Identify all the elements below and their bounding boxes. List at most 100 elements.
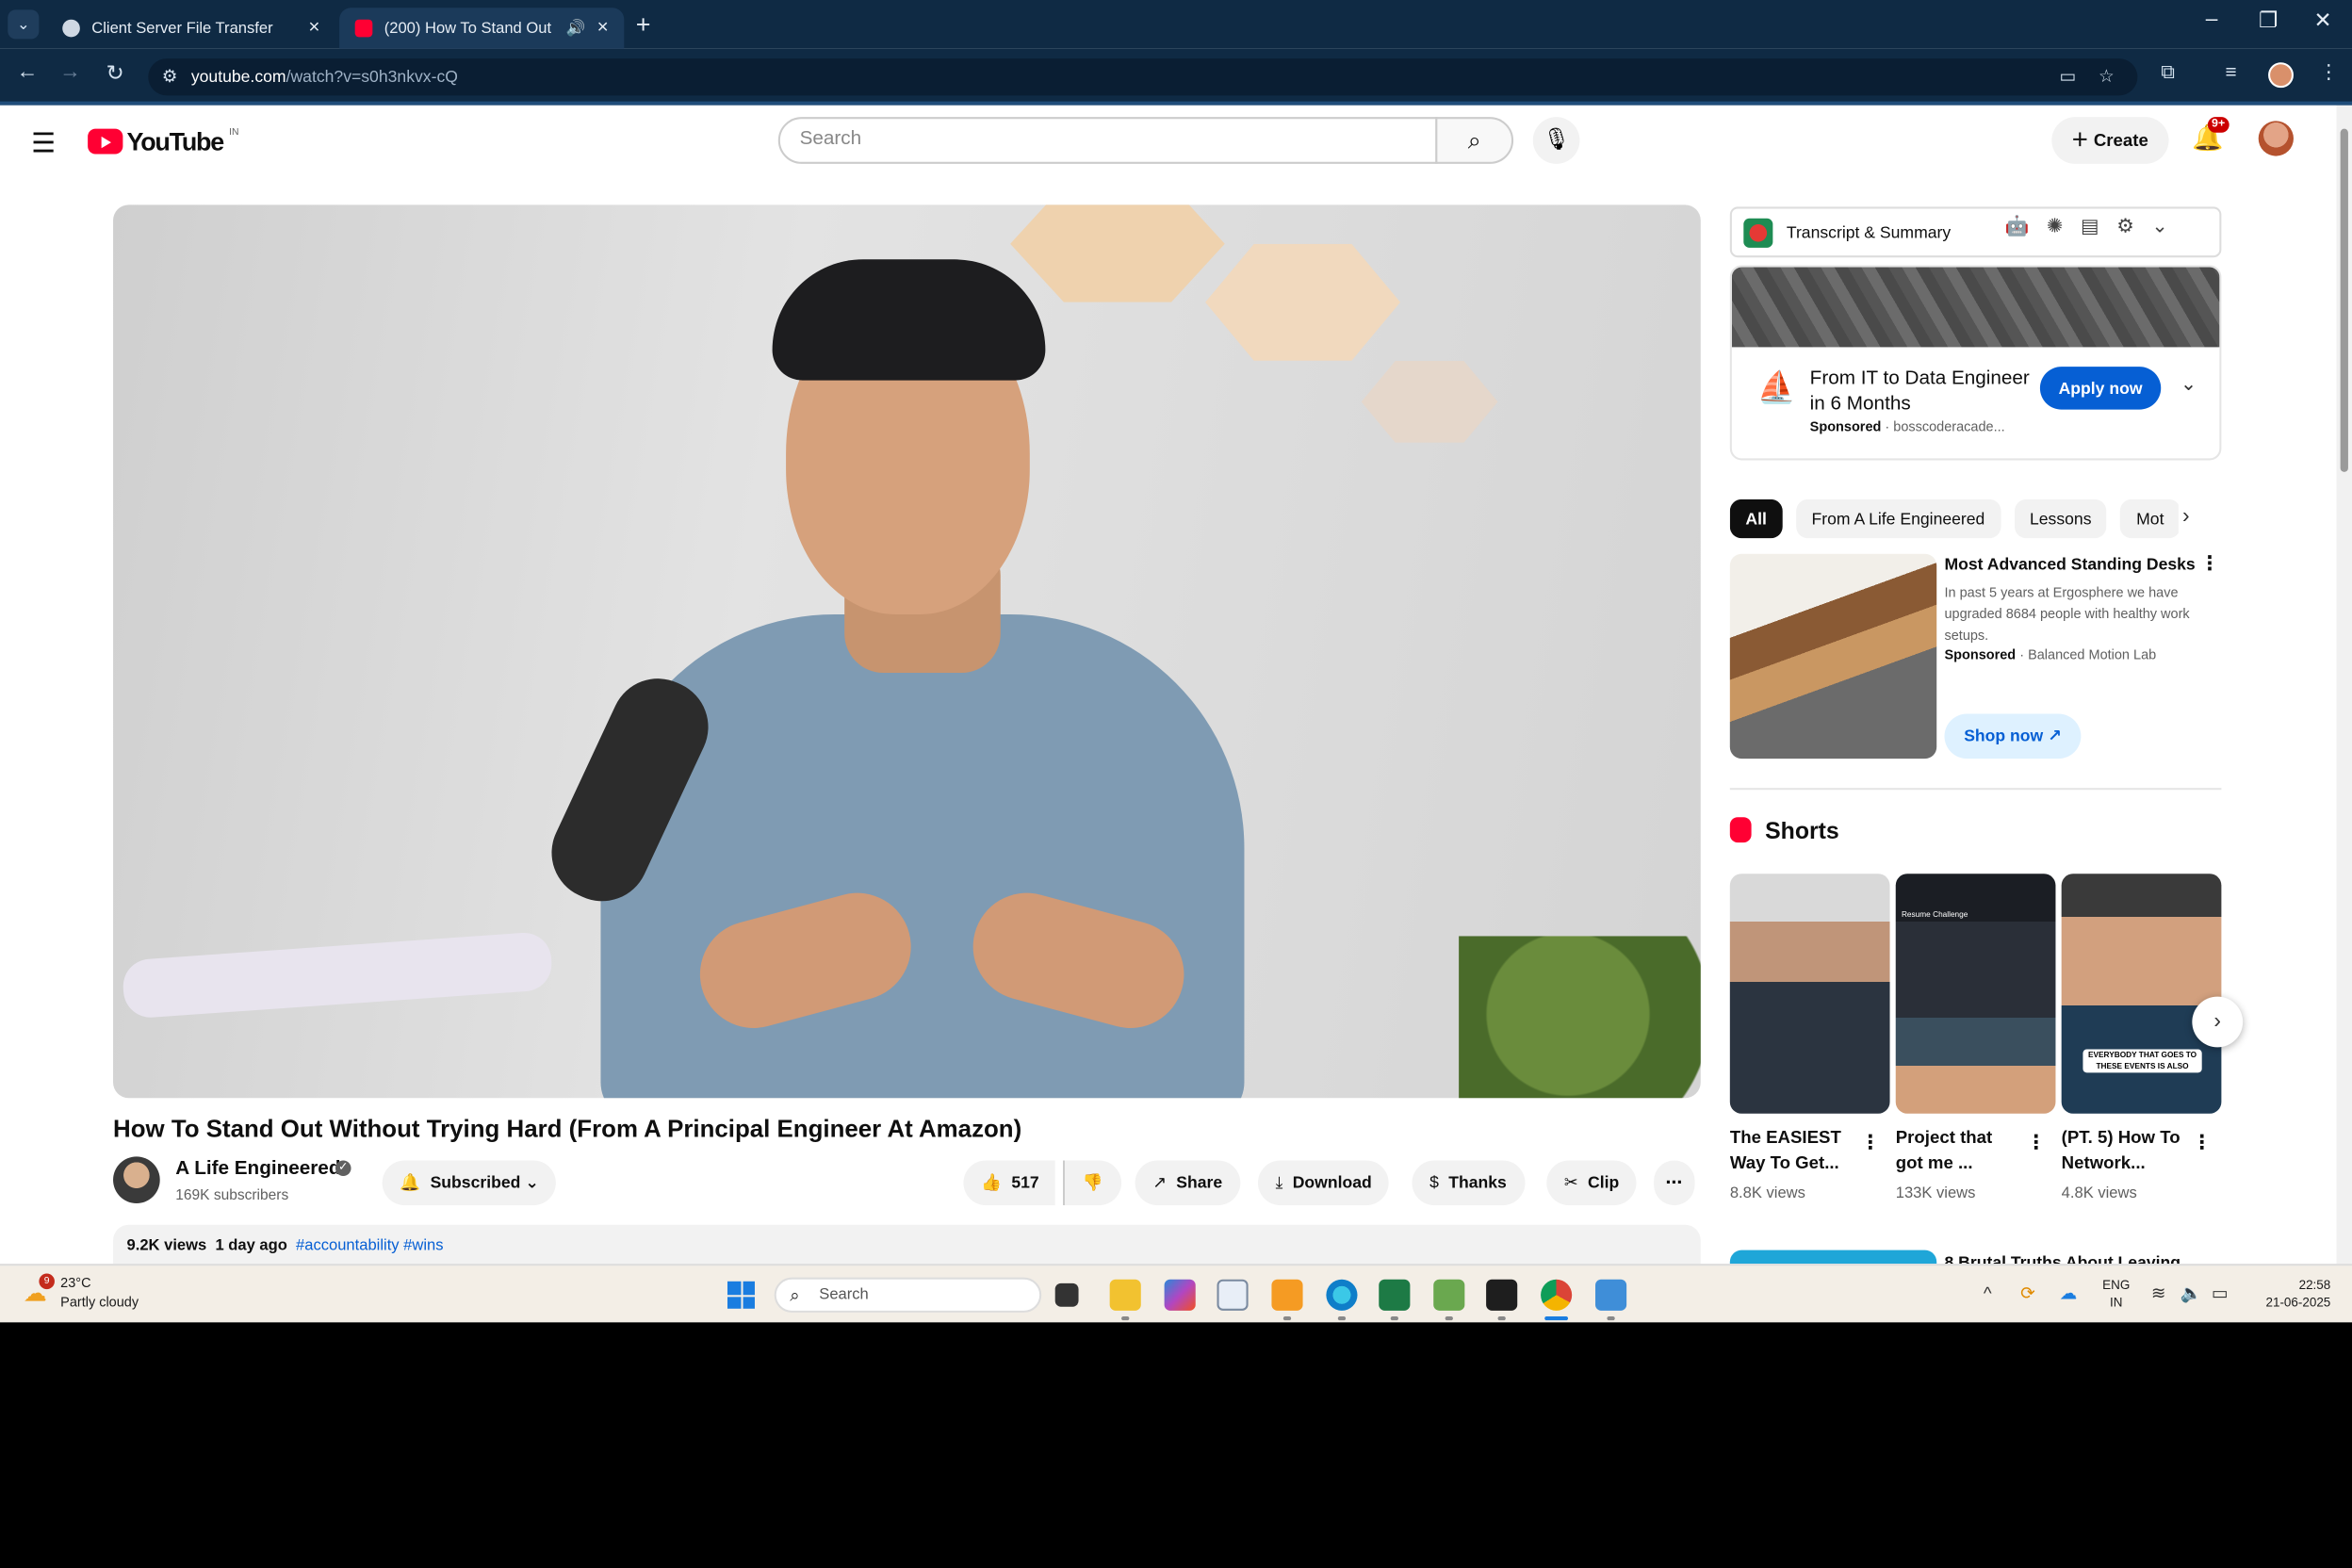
short-title[interactable]: Project that got me ... xyxy=(1896,1125,2020,1176)
media-control-icon[interactable]: ≡ xyxy=(2226,62,2237,84)
like-button[interactable]: 👍 517 xyxy=(963,1160,1055,1206)
photos-icon[interactable] xyxy=(1595,1279,1627,1311)
bookmark-star-icon[interactable]: ☆ xyxy=(2099,58,2115,95)
video-title[interactable]: 8 Brutal Truths About Leaving xyxy=(1944,1252,2180,1264)
weather-condition[interactable]: Partly cloudy xyxy=(60,1297,139,1310)
chip-lessons[interactable]: Lessons xyxy=(2014,498,2108,539)
more-vertical-icon[interactable]: ⋮ xyxy=(2192,1133,2212,1154)
install-icon[interactable]: ▭ xyxy=(2060,58,2077,95)
copilot-icon[interactable] xyxy=(1164,1279,1196,1311)
windows-taskbar: ☁ 9 23°C Partly cloudy ⌕ Search ^ ⟳ ☁ ENG… xyxy=(0,1264,2352,1323)
video-thumbnail[interactable] xyxy=(1729,1250,1937,1265)
chrome-icon[interactable] xyxy=(1541,1279,1573,1311)
language-indicator[interactable]: ENG IN xyxy=(2102,1278,2130,1313)
chevron-down-icon[interactable]: ⌄ xyxy=(2151,217,2185,238)
shop-now-button[interactable]: Shop now ↗ xyxy=(1944,713,2082,760)
more-menu-icon[interactable]: ⋮ xyxy=(2319,62,2339,84)
temperature[interactable]: 23°C xyxy=(60,1278,90,1291)
forward-icon[interactable]: → xyxy=(55,60,86,84)
tab-search-button[interactable]: ⌄ xyxy=(8,9,40,40)
transcript-icon[interactable]: ▤ xyxy=(2081,217,2116,238)
scrollbar-thumb[interactable] xyxy=(2340,128,2348,472)
chip-all[interactable]: All xyxy=(1729,498,1783,539)
apply-now-button[interactable]: Apply now xyxy=(2039,367,2162,410)
sponsored-ad-card[interactable]: ⛵ From IT to Data Engineer in 6 Months S… xyxy=(1729,265,2222,461)
site-info-icon[interactable]: ⚙ xyxy=(162,58,178,95)
hashtags[interactable]: #accountability #wins xyxy=(296,1236,443,1254)
profile-avatar[interactable] xyxy=(2268,62,2294,89)
new-tab-button[interactable]: + xyxy=(636,9,651,39)
description-box[interactable]: 9.2K views 1 day ago #accountability #wi… xyxy=(113,1224,1701,1265)
taskbar-search-label: Search xyxy=(819,1284,869,1303)
taskbar-search[interactable]: ⌕ Search xyxy=(774,1277,1042,1313)
short-title[interactable]: The EASIEST Way To Get... xyxy=(1730,1125,1854,1176)
download-button[interactable]: ⤓ Download xyxy=(1257,1160,1390,1206)
running-indicator xyxy=(1497,1316,1506,1321)
video-player[interactable] xyxy=(113,204,1701,1099)
youtube-favicon-icon xyxy=(354,19,373,38)
more-vertical-icon[interactable]: ⋮ xyxy=(2026,1133,2046,1154)
back-icon[interactable]: ← xyxy=(11,60,42,84)
sync-icon[interactable]: ⟳ xyxy=(2020,1283,2035,1305)
more-actions-button[interactable]: ⋯ xyxy=(1654,1160,1694,1206)
minimize-button[interactable]: – xyxy=(2184,8,2239,31)
short-thumbnail[interactable] xyxy=(2061,874,2222,1114)
search-input[interactable]: Search xyxy=(777,117,1438,164)
close-icon[interactable]: × xyxy=(308,18,319,40)
short-title[interactable]: (PT. 5) How To Network... xyxy=(2062,1125,2186,1176)
chevron-down-icon[interactable]: ⌄ xyxy=(2180,374,2197,396)
user-avatar[interactable] xyxy=(2258,121,2294,156)
speaker-icon[interactable]: 🔊 xyxy=(566,20,586,38)
chevron-right-icon[interactable]: › xyxy=(2192,996,2244,1048)
tab-youtube[interactable]: (200) How To Stand Out Wi 🔊 × xyxy=(339,8,625,49)
thanks-button[interactable]: $ Thanks xyxy=(1412,1160,1525,1206)
chip-from-channel[interactable]: From A Life Engineered xyxy=(1795,498,2001,539)
close-icon[interactable]: × xyxy=(597,18,609,40)
ad-thumbnail[interactable] xyxy=(1729,553,1937,760)
battery-icon[interactable]: ▭ xyxy=(2212,1283,2229,1305)
excel-icon[interactable] xyxy=(1379,1279,1411,1311)
channel-name[interactable]: A Life Engineered xyxy=(175,1158,340,1180)
sponsored-label: Sponsored xyxy=(1944,649,2017,663)
menu-icon[interactable]: ☰ xyxy=(31,127,56,160)
channel-avatar[interactable] xyxy=(113,1156,160,1204)
volume-icon[interactable]: 🔈 xyxy=(2180,1283,2202,1305)
more-vertical-icon[interactable]: ⋮ xyxy=(2200,554,2220,576)
share-button[interactable]: ↗ Share xyxy=(1135,1160,1240,1206)
reload-icon[interactable]: ↻ xyxy=(100,60,131,86)
running-indicator xyxy=(1445,1316,1453,1321)
restore-button[interactable]: ❐ xyxy=(2241,8,2295,33)
tab-client-server[interactable]: Client Server File Transfer × xyxy=(47,8,335,48)
ad-title[interactable]: Most Advanced Standing Desks xyxy=(1944,554,2195,574)
chip-more[interactable]: Mot xyxy=(2120,498,2179,539)
openai-icon[interactable]: ✺ xyxy=(2047,217,2081,238)
edge-icon[interactable] xyxy=(1326,1279,1358,1311)
clock[interactable]: 22:58 21-06-2025 xyxy=(2253,1278,2330,1313)
voice-search-button[interactable]: 🎙 xyxy=(1532,117,1580,164)
chevron-right-icon[interactable]: › xyxy=(2182,505,2190,529)
close-window-button[interactable]: ✕ xyxy=(2295,8,2350,33)
terminal-icon[interactable] xyxy=(1486,1279,1518,1311)
dislike-button[interactable]: 👎 xyxy=(1062,1160,1121,1206)
clip-button[interactable]: ✂ Clip xyxy=(1546,1160,1637,1206)
task-view-icon[interactable] xyxy=(1054,1282,1079,1307)
start-button[interactable] xyxy=(727,1281,755,1309)
subscribed-button[interactable]: 🔔 Subscribed ⌄ xyxy=(382,1160,557,1206)
short-thumbnail[interactable] xyxy=(1729,874,1890,1114)
address-bar[interactable]: ⚙ youtube.com/watch?v=s0h3nkvx-cQ ▭ ☆ xyxy=(148,58,2138,96)
more-vertical-icon[interactable]: ⋮ xyxy=(1860,1133,1880,1154)
chevron-up-icon[interactable]: ^ xyxy=(1984,1283,1992,1303)
create-button[interactable]: ＋ Create xyxy=(2051,117,2168,164)
search-button[interactable]: ⌕ xyxy=(1435,117,1514,164)
youtube-logo[interactable]: YouTube IN xyxy=(88,127,239,156)
onedrive-icon[interactable]: ☁ xyxy=(2060,1283,2078,1305)
robot-icon[interactable]: 🤖 xyxy=(2005,217,2047,238)
chevron-down-icon: ⌄ xyxy=(520,1171,540,1192)
extensions-icon[interactable]: ⧉ xyxy=(2161,62,2175,84)
gear-icon[interactable]: ⚙ xyxy=(2116,217,2151,238)
wifi-icon[interactable]: ≋ xyxy=(2151,1283,2166,1305)
app-icon[interactable] xyxy=(1271,1279,1303,1311)
window-app-icon[interactable] xyxy=(1217,1279,1249,1311)
app-icon[interactable] xyxy=(1433,1279,1465,1311)
file-explorer-icon[interactable] xyxy=(1109,1279,1141,1311)
